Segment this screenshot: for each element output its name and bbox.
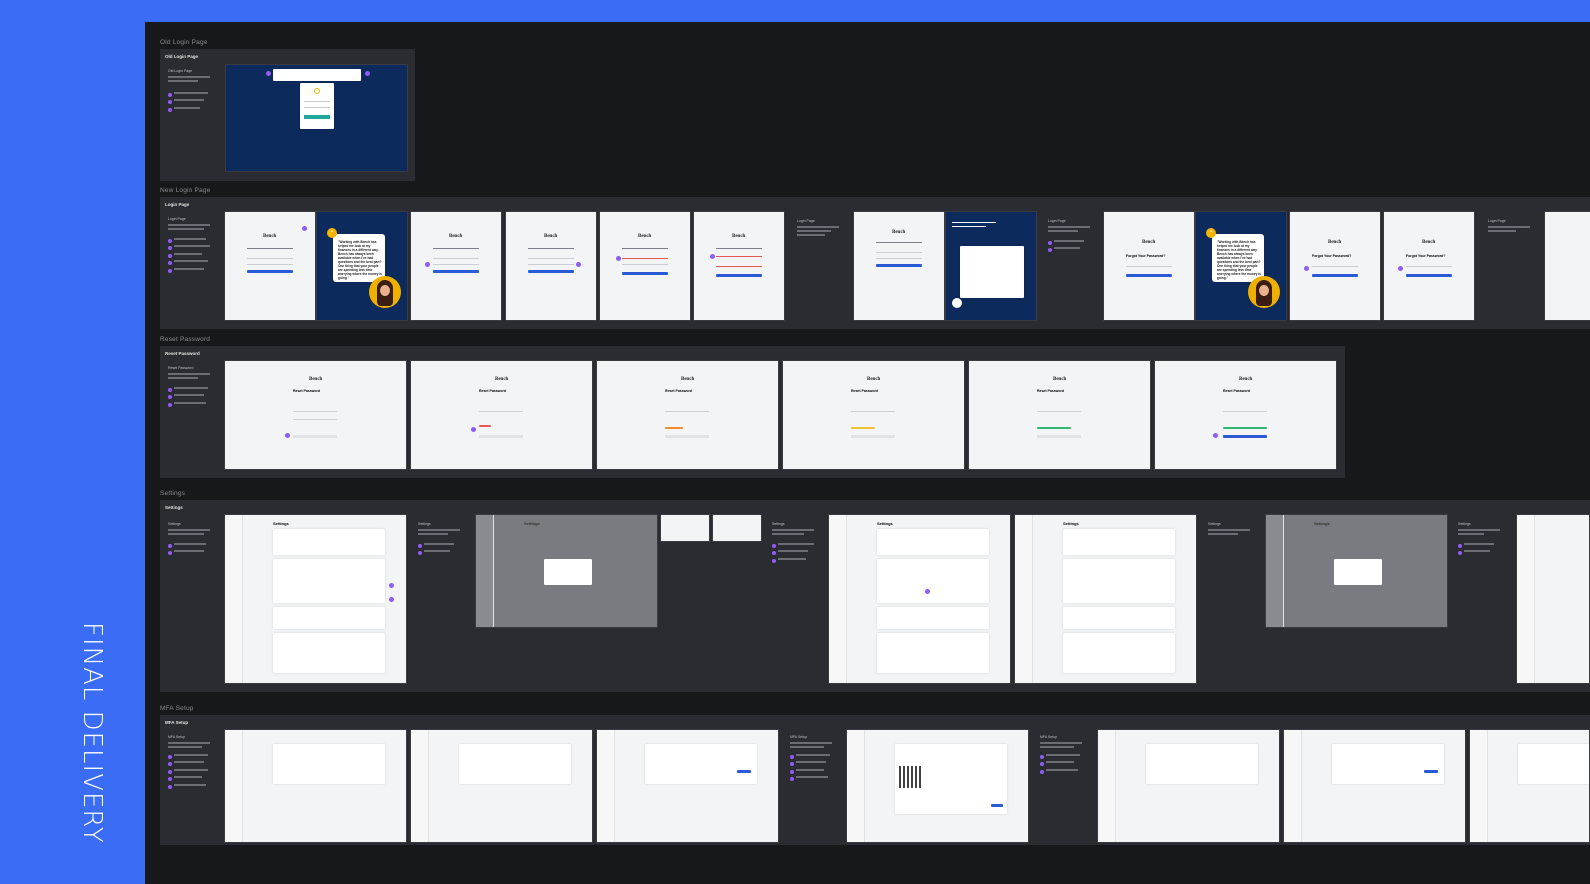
forgot-password-screen-2[interactable]: Bench Forgot Your Password? <box>1289 211 1381 321</box>
bench-logo: Bench <box>449 234 463 239</box>
section-settings[interactable]: Settings Settings Settings Settings Sett… <box>160 500 1590 692</box>
final-delivery-title: FINAL DELIVERY <box>77 622 107 844</box>
settings-modal <box>544 559 592 585</box>
testimonial-quote: “ "Working with Bench has helped me look… <box>1206 228 1264 282</box>
signin-screen-6[interactable]: Bench <box>853 211 945 321</box>
bench-logo: Bench <box>309 377 323 382</box>
bench-logo: Bench <box>495 377 509 382</box>
annotation-marker <box>266 71 271 76</box>
reset-screen-4[interactable]: Bench Reset Password <box>782 360 965 470</box>
mfa-screen-5[interactable] <box>1283 729 1466 843</box>
settings-screen-2[interactable]: Settings <box>828 514 1011 684</box>
bench-logo: Bench <box>1422 240 1436 245</box>
signin-screen-1[interactable]: Bench <box>224 211 316 321</box>
mfa-screen-cropped[interactable] <box>1469 729 1590 843</box>
annotation-note: MFA Setup <box>168 735 210 789</box>
annotation-note: Settings <box>772 522 814 563</box>
annotation-note: Login Page <box>1488 219 1530 234</box>
annotation-note: Settings <box>1208 522 1250 537</box>
signin-screen-2[interactable]: Bench <box>410 211 502 321</box>
section-inner-title: Old Login Page <box>165 54 199 59</box>
login-screen-cropped[interactable] <box>1544 211 1590 321</box>
signin-screen-3[interactable]: Bench <box>505 211 597 321</box>
annotation-note: Settings <box>418 522 460 556</box>
annotation-note: Settings <box>1458 522 1500 556</box>
qr-code-icon <box>899 766 921 788</box>
presentation-board: FINAL DELIVERY Old Login Page Old Login … <box>0 0 1590 884</box>
annotation-note: MFA Setup <box>790 735 832 782</box>
bench-logo: Bench <box>1142 240 1156 245</box>
bench-logo: Bench <box>544 234 558 239</box>
annotation-note: Old Login Page <box>168 69 210 112</box>
testimonial-panel-1: “ "Working with Bench has helped me look… <box>316 211 408 321</box>
section-new-login[interactable]: Login Page Login Page Bench “ "Working w… <box>160 197 1590 329</box>
section-old-login[interactable]: Old Login Page Old Login Page <box>160 49 415 181</box>
annotation-note: MFA Setup <box>1040 735 1082 774</box>
reset-screen-3[interactable]: Bench Reset Password <box>596 360 779 470</box>
mfa-qr-screen[interactable] <box>846 729 1029 843</box>
promo-illustration <box>960 246 1024 298</box>
annotation-note: Login Page <box>1048 219 1090 253</box>
mfa-screen-3[interactable] <box>596 729 779 843</box>
testimonial-quote: “ "Working with Bench has helped me look… <box>327 228 385 282</box>
section-label-old-login: Old Login Page <box>160 39 208 46</box>
customer-avatar <box>1248 276 1280 308</box>
reset-screen-1[interactable]: Bench Reset Password <box>224 360 407 470</box>
bench-logo: Bench <box>1328 240 1342 245</box>
bench-logo: Bench <box>892 230 906 235</box>
annotation-note: Login Page <box>797 219 839 238</box>
testimonial-panel-2: “ "Working with Bench has helped me look… <box>1195 211 1287 321</box>
section-label-settings: Settings <box>160 490 186 497</box>
section-inner-title: Login Page <box>165 202 190 207</box>
section-inner-title: Reset Password <box>165 351 200 356</box>
forgot-password-screen-1[interactable]: Bench Forgot Your Password? <box>1103 211 1195 321</box>
side-accent-panel: FINAL DELIVERY <box>0 22 145 884</box>
section-reset-password[interactable]: Reset Password Reset Password Bench Rese… <box>160 346 1345 478</box>
annotation-note: Settings <box>168 522 210 556</box>
bench-logo: Bench <box>1053 377 1067 382</box>
app-sidebar <box>225 515 243 683</box>
signin-screen-5[interactable]: Bench <box>693 211 785 321</box>
reset-screen-5[interactable]: Bench Reset Password <box>968 360 1151 470</box>
section-inner-title: MFA Setup <box>165 720 189 725</box>
settings-modal-screen[interactable]: Settings <box>475 514 658 628</box>
popover-1 <box>660 514 710 542</box>
bench-logo: Bench <box>732 234 746 239</box>
quote-icon: “ <box>327 228 337 238</box>
mfa-screen-4[interactable] <box>1097 729 1280 843</box>
quote-icon: “ <box>1206 228 1216 238</box>
mfa-screen-2[interactable] <box>410 729 593 843</box>
design-canvas[interactable]: Old Login Page Old Login Page Old Login … <box>145 22 1590 884</box>
customer-avatar <box>369 276 401 308</box>
reset-screen-6[interactable]: Bench Reset Password <box>1154 360 1337 470</box>
bench-logo: Bench <box>263 234 277 239</box>
annotation-note: Login Page <box>168 217 210 273</box>
bench-logo: Bench <box>681 377 695 382</box>
reset-screen-2[interactable]: Bench Reset Password <box>410 360 593 470</box>
annotation-note: Reset Password <box>168 366 210 407</box>
section-label-reset: Reset Password <box>160 336 211 343</box>
section-label-new-login: New Login Page <box>160 187 211 194</box>
section-mfa-setup[interactable]: MFA Setup MFA Setup MFA Setup MFA Setup <box>160 715 1590 845</box>
browser-banner <box>273 69 361 81</box>
settings-modal-screen-2[interactable]: Settings <box>1265 514 1448 628</box>
product-promo-panel <box>945 211 1037 321</box>
section-inner-title: Settings <box>165 505 183 510</box>
settings-screen-cropped[interactable] <box>1516 514 1590 684</box>
old-login-card <box>300 83 334 129</box>
old-login-screen[interactable] <box>225 64 408 172</box>
vertical-title-container: FINAL DELIVERY <box>72 622 112 862</box>
bench-logo: Bench <box>638 234 652 239</box>
top-accent-bar <box>0 0 1590 22</box>
settings-screen-3[interactable]: Settings <box>1014 514 1197 684</box>
bench-logo: Bench <box>1239 377 1253 382</box>
forgot-password-screen-3[interactable]: Bench Forgot Your Password? <box>1383 211 1475 321</box>
signin-screen-4[interactable]: Bench <box>599 211 691 321</box>
mfa-screen-1[interactable] <box>224 729 407 843</box>
bench-logo: Bench <box>867 377 881 382</box>
popover-2 <box>712 514 762 542</box>
annotation-marker <box>365 71 370 76</box>
section-label-mfa: MFA Setup <box>160 705 194 712</box>
settings-screen-1[interactable]: Settings <box>224 514 407 684</box>
